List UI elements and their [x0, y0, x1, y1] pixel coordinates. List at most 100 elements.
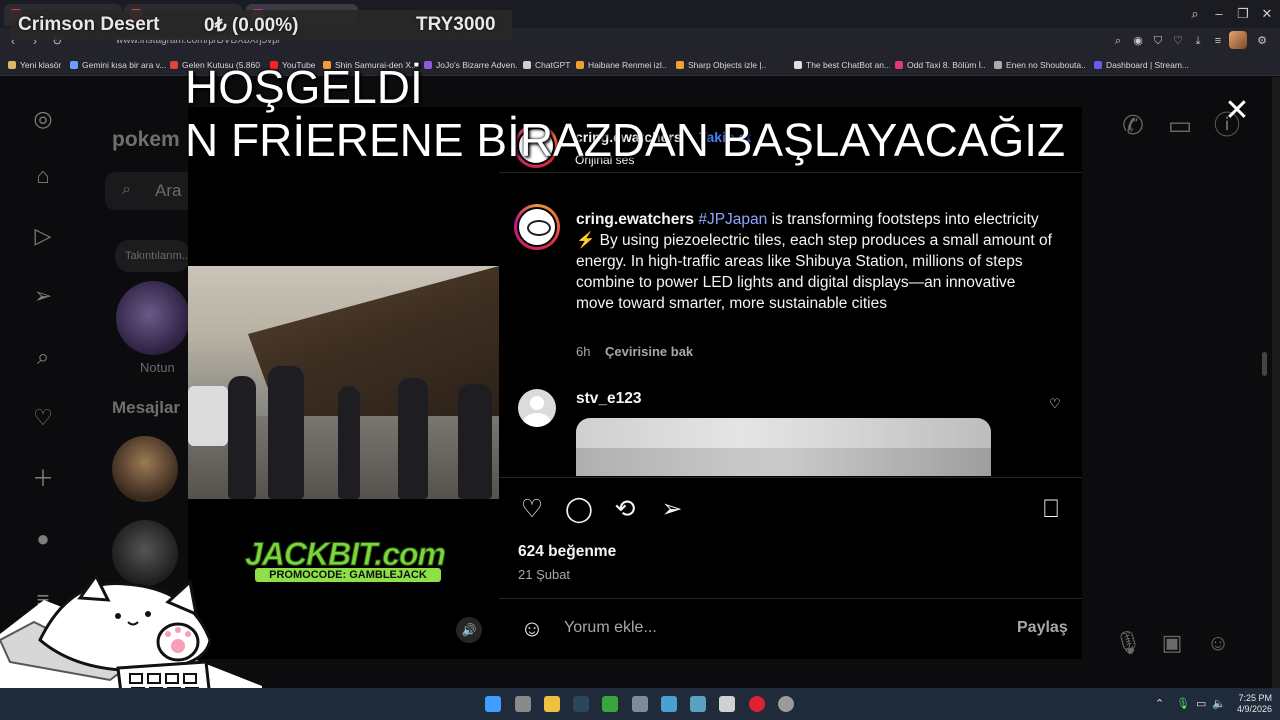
bookmark-favicon-icon	[895, 61, 903, 69]
app-icon[interactable]	[690, 696, 706, 712]
note-avatar[interactable]	[116, 281, 190, 355]
instagram-logo-icon[interactable]: ◎	[28, 104, 58, 134]
close-window-icon[interactable]: ✕	[1257, 4, 1277, 24]
video-call-icon[interactable]: ▭	[1163, 108, 1197, 142]
bookmark-favicon-icon	[424, 61, 432, 69]
bookmark-item[interactable]: Gemini kısa bir ara v...	[70, 57, 166, 73]
network-icon[interactable]: ▭	[1196, 697, 1206, 710]
bookmark-item[interactable]: Dashboard | Stream...	[1094, 57, 1204, 73]
shield-icon[interactable]: ⛉	[1150, 33, 1166, 49]
volume-icon[interactable]: 🔈	[1212, 697, 1226, 710]
xbox-icon[interactable]	[602, 696, 618, 712]
bookmark-item[interactable]: JoJo's Bizarre Adven...	[424, 57, 518, 73]
file-explorer-icon[interactable]	[544, 696, 560, 712]
heart-icon[interactable]: ♡	[1170, 33, 1186, 49]
opera-icon[interactable]	[749, 696, 765, 712]
send-icon[interactable]: ➢	[28, 281, 58, 311]
maximize-icon[interactable]: ❐	[1233, 4, 1253, 24]
scrollbar-thumb[interactable]	[1262, 352, 1267, 376]
bookmark-favicon-icon	[576, 61, 584, 69]
caption-timestamp[interactable]: 6h	[576, 344, 590, 359]
download-icon[interactable]: ⤓	[1190, 33, 1206, 49]
profile-icon[interactable]: ●	[28, 524, 58, 554]
caption-hashtag[interactable]: #JPJapan	[698, 211, 767, 228]
stream-donation-bar: Crimson Desert 0₺ (0.00%) TRY3000	[10, 10, 512, 40]
search-tabs-icon[interactable]: ⌕	[1185, 4, 1205, 24]
like-icon[interactable]: ♡	[517, 494, 547, 524]
caption-text: is transforming footsteps into electrici…	[767, 211, 1039, 228]
emoji-icon[interactable]: ☺	[518, 614, 546, 642]
scrollbar[interactable]	[1272, 77, 1280, 688]
caption-avatar[interactable]	[514, 204, 560, 250]
task-view-icon[interactable]	[515, 696, 531, 712]
save-bookmark-icon[interactable]: ⎕	[1036, 494, 1066, 524]
repost-icon[interactable]: ⟲	[610, 494, 640, 524]
sponsor-promo: PROMOCODE: GAMBLEJACK	[255, 568, 441, 582]
comment-icon[interactable]: ◯	[564, 494, 594, 524]
windows-taskbar: ⌃ 🎙 ▭ 🔈 7:25 PM 4/9/2026	[0, 688, 1280, 720]
screen: ⌕ – ❐ ✕ ‹ › ↻ www.instagram.com/p/DVBXbX…	[0, 0, 1280, 720]
see-translation-link[interactable]: Çevirisine bak	[605, 344, 693, 359]
comment-box: ☺ Yorum ekle... Paylaş	[499, 598, 1082, 659]
bookmark-item[interactable]: Sharp Objects izle |...	[676, 57, 766, 73]
car-graphic	[188, 386, 228, 446]
minimize-icon[interactable]: –	[1209, 4, 1229, 24]
settings-icon[interactable]	[632, 696, 648, 712]
taskbar-clock[interactable]: 7:25 PM 4/9/2026	[1228, 693, 1272, 715]
menu-icon[interactable]: ≡	[1210, 33, 1226, 49]
stream-game-title: Crimson Desert	[18, 14, 160, 35]
start-icon[interactable]	[485, 696, 501, 712]
caption-text: By using piezoelectric tiles, each step …	[576, 232, 1052, 312]
note-bubble[interactable]: Takıntılarım...	[115, 240, 191, 272]
bookmark-favicon-icon	[794, 61, 802, 69]
reels-icon[interactable]: ▷	[28, 221, 58, 251]
microphone-tray-icon[interactable]: 🎙	[1176, 697, 1190, 710]
phone-icon[interactable]: ✆	[1116, 108, 1150, 142]
video-frame	[188, 266, 499, 499]
comment-input[interactable]: Yorum ekle...	[564, 619, 657, 637]
tray-chevron-icon[interactable]: ⌃	[1155, 697, 1164, 710]
search-icon[interactable]: ⌕	[1110, 33, 1126, 49]
comment-like-icon[interactable]: ♡	[1049, 396, 1061, 412]
image-icon[interactable]: ▣	[1157, 628, 1187, 658]
stream-overlay-text: HOŞGELDİ	[185, 61, 423, 113]
home-icon[interactable]: ⌂	[28, 161, 58, 191]
search-icon[interactable]: ⌕	[28, 342, 58, 372]
post-date: 21 Şubat	[518, 567, 571, 582]
steam-icon[interactable]	[573, 696, 589, 712]
app-icon[interactable]	[778, 696, 794, 712]
post-comment-button[interactable]: Paylaş	[1017, 619, 1068, 637]
likes-count[interactable]: 624 beğenme	[518, 543, 616, 561]
chatgpt-icon	[523, 61, 531, 69]
search-icon: ⌕	[122, 181, 131, 198]
conversation-avatar[interactable]	[112, 436, 178, 502]
camera-icon[interactable]: ◉	[1130, 33, 1146, 49]
profile-avatar[interactable]	[1229, 31, 1247, 49]
stream-overlay-text: N FRİERENE BİRAZDAN BAŞLAYACAĞIZ	[185, 114, 1066, 166]
bookmark-item[interactable]: Haibane Renmei izl...	[576, 57, 666, 73]
comment-image[interactable]	[576, 418, 991, 476]
bookmark-item[interactable]: ChatGPT	[523, 57, 571, 73]
extensions-icon[interactable]: ⚙	[1254, 33, 1270, 49]
bookmark-item[interactable]: Enen no Shoubouta...	[994, 57, 1086, 73]
sticker-icon[interactable]: ☺	[1203, 628, 1233, 658]
bookmark-item[interactable]: Yeni klasör	[8, 57, 66, 73]
bookmark-item[interactable]: The best ChatBot an...	[794, 57, 890, 73]
close-modal-icon[interactable]: ✕	[1222, 96, 1252, 126]
share-icon[interactable]: ➢	[657, 494, 687, 524]
microphone-icon[interactable]: 🎙	[1113, 628, 1143, 658]
app-icon[interactable]	[661, 696, 677, 712]
create-icon[interactable]: ＋	[28, 464, 58, 494]
bookmark-item[interactable]: Odd Taxi 8. Bölüm İ...	[895, 57, 985, 73]
heart-icon[interactable]: ♡	[28, 403, 58, 433]
app-icon[interactable]	[719, 696, 735, 712]
caption-username[interactable]: cring.ewatchers	[576, 211, 694, 228]
commenter-username[interactable]: stv_e123	[576, 390, 642, 408]
search-input[interactable]: Ara	[105, 172, 195, 210]
commenter-avatar[interactable]	[518, 389, 556, 427]
pedestrian-graphic	[268, 366, 304, 499]
audio-toggle-button[interactable]: 🔊	[456, 617, 482, 643]
folder-icon	[8, 61, 16, 69]
gmail-icon	[170, 61, 178, 69]
stream-counter: 0₺ (0.00%)	[204, 15, 299, 36]
